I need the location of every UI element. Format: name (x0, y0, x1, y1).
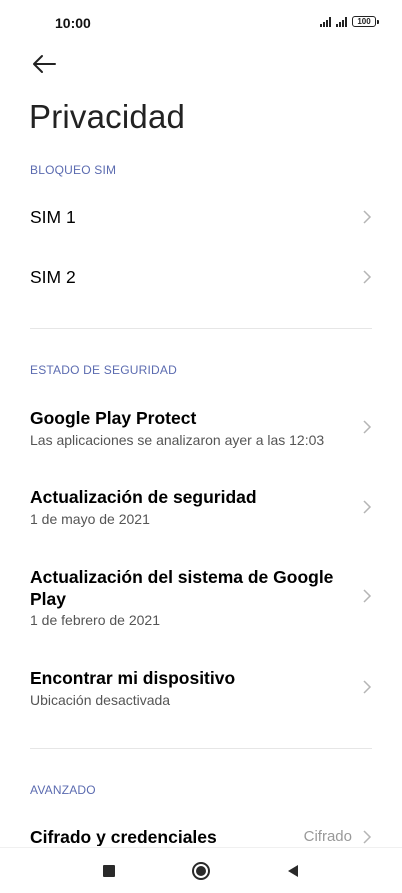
divider (30, 328, 372, 329)
find-my-device-subtitle: Ubicación desactivada (30, 692, 171, 708)
chevron-right-icon (363, 680, 372, 694)
find-my-device-title: Encontrar mi dispositivo (30, 668, 236, 688)
signal-icon-1 (320, 16, 331, 27)
chevron-right-icon (363, 420, 372, 434)
section-header-security: ESTADO DE SEGURIDAD (30, 363, 177, 377)
divider (30, 748, 372, 749)
triangle-left-icon (288, 864, 298, 877)
google-play-protect-subtitle: Las aplicaciones se analizaron ayer a la… (30, 432, 325, 448)
signal-icon-2 (336, 16, 347, 27)
sim-1-item[interactable]: SIM 1 (0, 192, 402, 242)
nav-back-button[interactable] (283, 861, 303, 881)
chevron-right-icon (363, 270, 372, 284)
section-header-advanced: AVANZADO (30, 783, 96, 797)
status-time: 10:00 (55, 15, 91, 31)
chevron-right-icon (363, 500, 372, 514)
sim-1-title: SIM 1 (30, 207, 76, 227)
encryption-credentials-title: Cifrado y credenciales (30, 827, 217, 846)
recent-apps-button[interactable] (99, 861, 119, 881)
find-my-device-item[interactable]: Encontrar mi dispositivo Ubicación desac… (0, 658, 402, 718)
google-play-system-update-subtitle: 1 de febrero de 2021 (30, 612, 160, 628)
google-play-protect-title: Google Play Protect (30, 408, 197, 428)
sim-2-title: SIM 2 (30, 267, 76, 287)
status-bar: 10:00 100 (0, 0, 402, 46)
navigation-bar (0, 847, 402, 893)
encryption-credentials-value: Cifrado (303, 828, 352, 845)
status-icons: 100 (320, 16, 379, 27)
security-update-subtitle: 1 de mayo de 2021 (30, 511, 150, 527)
back-button[interactable] (28, 50, 60, 78)
arrow-left-icon (33, 55, 56, 73)
home-button[interactable] (191, 861, 211, 881)
square-icon (103, 864, 115, 877)
sim-2-item[interactable]: SIM 2 (0, 252, 402, 302)
section-header-sim: BLOQUEO SIM (30, 163, 117, 177)
chevron-right-icon (363, 210, 372, 224)
battery-icon: 100 (352, 16, 379, 27)
encryption-credentials-item[interactable]: Cifrado y credenciales Cifrado (0, 816, 402, 846)
google-play-system-update-item[interactable]: Actualización del sistema de Google Play… (0, 558, 402, 638)
circle-icon (192, 861, 210, 880)
security-update-item[interactable]: Actualización de seguridad 1 de mayo de … (0, 478, 402, 538)
security-update-title: Actualización de seguridad (30, 487, 257, 507)
google-play-protect-item[interactable]: Google Play Protect Las aplicaciones se … (0, 398, 402, 458)
page-title: Privacidad (29, 98, 186, 135)
chevron-right-icon (363, 589, 372, 603)
chevron-right-icon (363, 830, 372, 844)
google-play-system-update-title: Actualización del sistema de Google Play (30, 567, 334, 609)
